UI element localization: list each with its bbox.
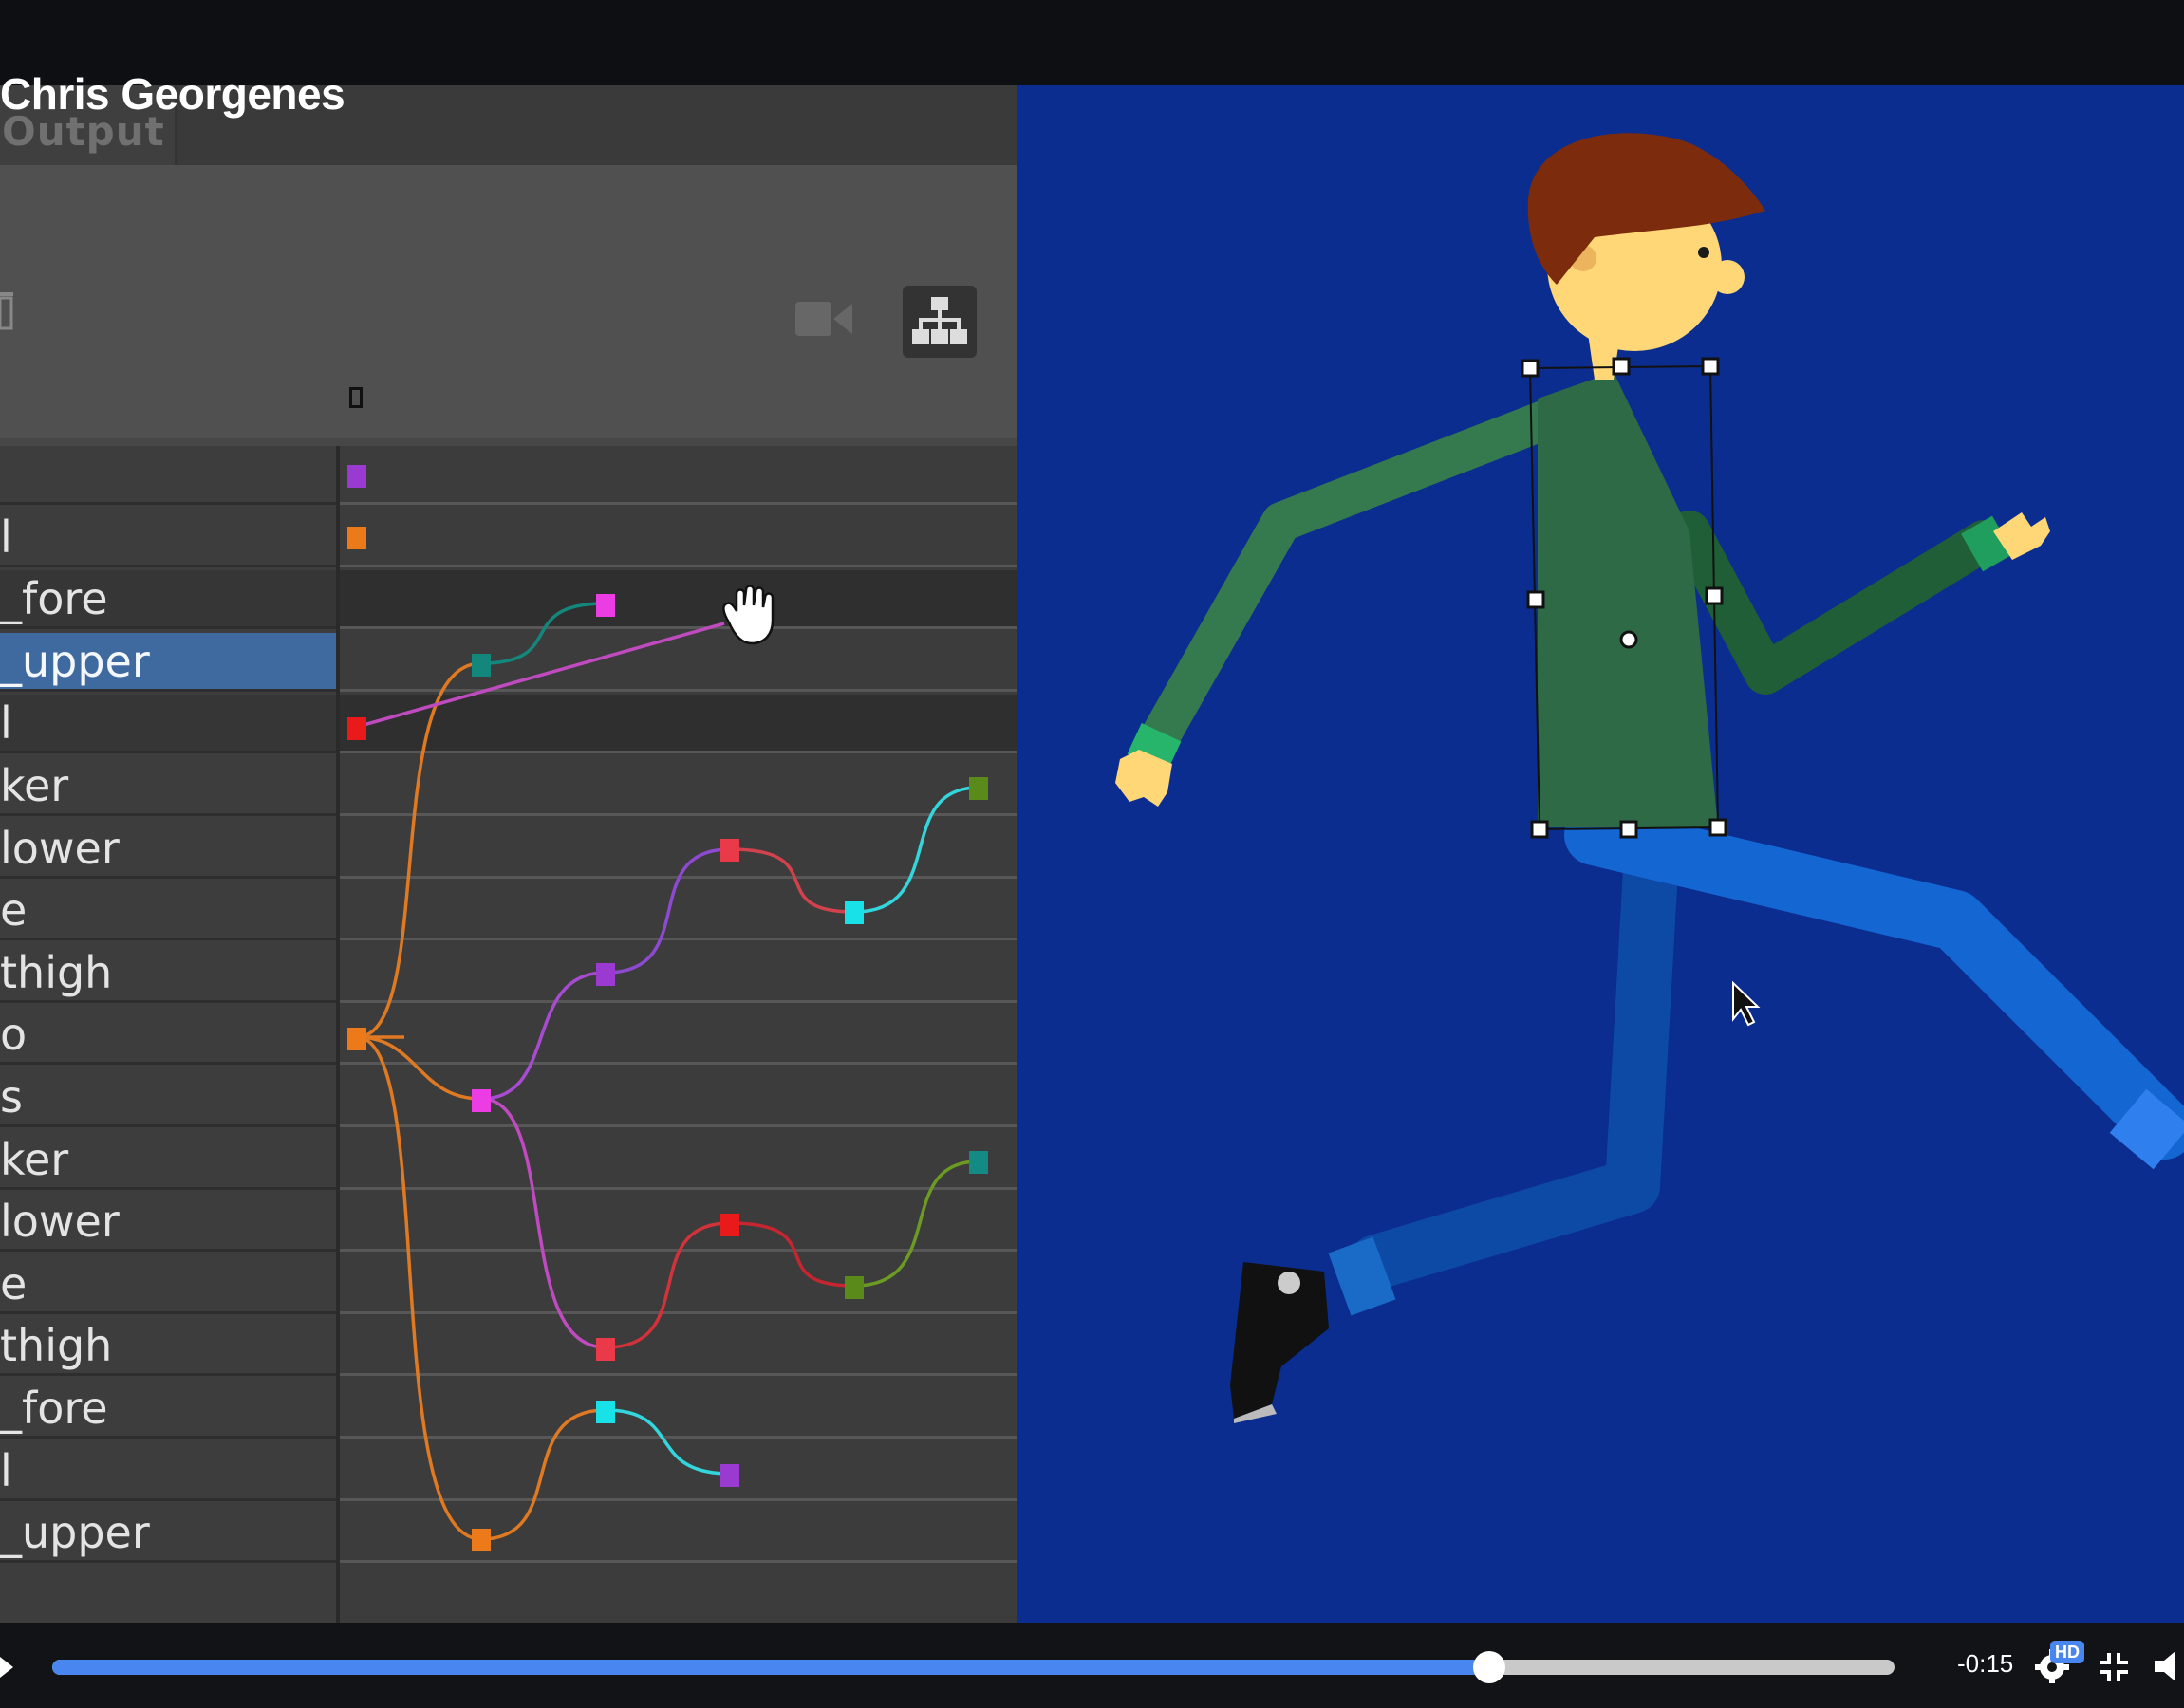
layer-grid-row[interactable]	[340, 633, 1017, 692]
nose	[1710, 260, 1745, 294]
hierarchy-icon	[912, 297, 967, 344]
layer-row[interactable]: _fore	[0, 1380, 336, 1439]
back-shoe-dot	[1278, 1272, 1300, 1294]
layer-grid-row[interactable]	[340, 446, 1017, 505]
torso	[1538, 372, 1718, 827]
back-arm	[1669, 511, 2005, 695]
layer-name: e	[0, 1257, 28, 1309]
layer-grid-row[interactable]	[340, 757, 1017, 816]
layer-row[interactable]: e	[0, 882, 336, 941]
layer-row[interactable]: _upper	[0, 632, 336, 692]
layer-row[interactable]: ker	[0, 1131, 336, 1190]
progress-bar[interactable]	[52, 1660, 1895, 1675]
layer-name: thigh	[0, 946, 113, 998]
arrow-cursor-icon	[1732, 980, 1761, 1027]
layer-name: _upper	[0, 1507, 150, 1559]
layer-row[interactable]: thigh	[0, 1317, 336, 1377]
layer-name: _upper	[0, 635, 150, 687]
layer-grid	[340, 446, 1017, 1623]
layer-name: ker	[0, 760, 69, 811]
layer-grid-row[interactable]	[340, 1255, 1017, 1314]
video-title[interactable]: Chris Georgenes	[0, 68, 345, 120]
layer-row[interactable]: l	[0, 695, 336, 754]
layer-grid-row[interactable]	[340, 1006, 1017, 1066]
minimize-icon[interactable]	[2098, 1651, 2130, 1683]
layer-grid-row[interactable]	[340, 509, 1017, 567]
layer-grid-row[interactable]	[340, 695, 1017, 754]
layer-name: lower	[0, 1196, 120, 1248]
layer-grid-row[interactable]	[340, 882, 1017, 941]
layer-grid-row[interactable]	[340, 1442, 1017, 1501]
character-rig	[1115, 133, 2184, 1423]
layer-name: _fore	[0, 1383, 108, 1434]
layer-name: _fore	[0, 573, 108, 625]
layer-name: ker	[0, 1133, 69, 1185]
layer-grid-row[interactable]	[340, 944, 1017, 1003]
layer-name: l	[0, 1444, 12, 1496]
progress-fill	[52, 1660, 1489, 1675]
layer-name: thigh	[0, 1320, 113, 1372]
layer-grid-row[interactable]	[340, 1193, 1017, 1253]
video-player: Output l _fore _upper l ker lower e thig…	[0, 0, 2184, 1708]
layer-row[interactable]	[0, 446, 336, 505]
stage-canvas[interactable]	[1017, 85, 2184, 1623]
layer-row[interactable]: thigh	[0, 944, 336, 1003]
front-leg	[1564, 805, 2184, 1160]
layer-panel: Output l _fore _upper l ker lower e thig…	[0, 85, 1017, 1623]
time-remaining: -0:15	[1957, 1649, 2014, 1678]
layer-grid-row[interactable]	[340, 820, 1017, 879]
layer-name: l	[0, 697, 12, 750]
layer-list: l _fore _upper l ker lower e thigh o s ker lower e th…	[0, 446, 336, 1623]
volume-icon[interactable]	[2155, 1649, 2184, 1683]
layer-name: s	[0, 1071, 23, 1123]
layer-grid-row[interactable]	[340, 570, 1017, 630]
layer-grid-row[interactable]	[340, 1380, 1017, 1439]
layer-grid-row[interactable]	[340, 1131, 1017, 1190]
layer-row[interactable]: e	[0, 1255, 336, 1314]
layer-row[interactable]: ker	[0, 757, 336, 816]
layer-row[interactable]: o	[0, 1006, 336, 1066]
progress-knob[interactable]	[1472, 1651, 1505, 1683]
hierarchy-toggle-button[interactable]	[903, 286, 977, 358]
trash-icon[interactable]	[0, 288, 17, 330]
layer-row[interactable]: s	[0, 1068, 336, 1127]
layer-row[interactable]: lower	[0, 1193, 336, 1253]
layer-row[interactable]: l	[0, 1442, 336, 1501]
layer-name: o	[0, 1009, 28, 1061]
play-icon[interactable]	[0, 1655, 15, 1680]
layer-grid-row[interactable]	[340, 1317, 1017, 1377]
eye	[1698, 247, 1709, 258]
layer-row[interactable]: lower	[0, 820, 336, 879]
hd-badge: HD	[2050, 1641, 2084, 1663]
layer-name: e	[0, 884, 28, 937]
layer-grid-row[interactable]	[340, 1068, 1017, 1127]
back-leg	[1349, 826, 1679, 1290]
front-arm	[1138, 388, 1596, 760]
layer-row[interactable]: l	[0, 509, 336, 567]
layer-row[interactable]: _upper	[0, 1504, 336, 1564]
layer-row[interactable]: _fore	[0, 570, 336, 630]
layer-name: l	[0, 511, 12, 563]
keyframe-column-header	[349, 387, 363, 408]
layer-grid-row[interactable]	[340, 1504, 1017, 1564]
panel-toolbar	[0, 165, 1017, 438]
layer-name: lower	[0, 822, 120, 874]
camera-icon[interactable]	[795, 300, 854, 338]
